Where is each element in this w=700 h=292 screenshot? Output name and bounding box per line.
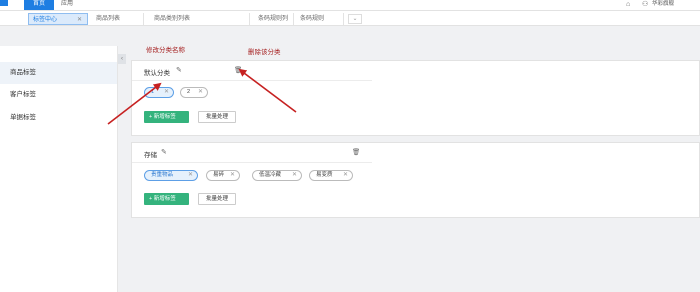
tab-barcode-rule[interactable]: 条码规则 [296, 13, 344, 25]
trash-icon[interactable]: 🗑 [234, 66, 242, 74]
top-bar: 首页 应用 ⌂ ⚇ 华彩旗舰 [0, 0, 700, 10]
tag-label: 2 [187, 89, 191, 95]
tab-label: 商品类别列表 [154, 16, 191, 22]
group-header: 默认分类 ✎ 🗑 [132, 61, 372, 81]
tag-label: 贵重物品 [151, 172, 174, 178]
annotation-rename: 修改分类名称 [146, 47, 185, 54]
sidebar: 商品标签 客户标签 单据标签 [0, 46, 118, 292]
sidebar-item-customer-tags[interactable]: 客户标签 [0, 84, 117, 106]
sidebar-item-label: 商品标签 [10, 69, 36, 76]
close-icon[interactable]: ✕ [343, 171, 348, 180]
tag-label: 低温冷藏 [259, 172, 282, 178]
group-name: 默认分类 [144, 70, 170, 77]
tab-bar: 标签中心 ✕ 商品列表 商品类别列表 条码规则列表 条码规则 ⌄ [0, 10, 700, 34]
close-icon[interactable]: ✕ [292, 171, 297, 180]
edit-icon[interactable]: ✎ [176, 66, 182, 74]
tag-chip[interactable]: 2 ✕ [180, 87, 208, 98]
close-icon[interactable]: ✕ [198, 88, 203, 97]
tab-label: 标签中心 [33, 17, 58, 23]
annotation-delete: 删除该分类 [248, 49, 281, 56]
tag-chip[interactable]: 易碎 ✕ [206, 170, 240, 181]
sidebar-item-label: 单据标签 [10, 114, 36, 121]
tag-group: 默认分类 ✎ 🗑 1 ✕ 2 ✕ + 新增标签 批量处理 [131, 60, 700, 136]
main-content: 默认分类 ✎ 🗑 1 ✕ 2 ✕ + 新增标签 批量处理 存储 ✎ 🗑 贵重物品… [128, 54, 700, 292]
sidebar-collapse-button[interactable]: ‹ [118, 54, 126, 64]
brand-logo [0, 0, 8, 6]
tag-chip[interactable]: 贵重物品 ✕ [144, 170, 198, 181]
tab-barcode-rule-list[interactable]: 条码规则列表 [254, 13, 294, 34]
tab-product-category-list[interactable]: 商品类别列表 [150, 13, 250, 25]
group-header: 存储 ✎ 🗑 [132, 143, 372, 163]
trash-icon[interactable]: 🗑 [352, 148, 360, 156]
home-button[interactable]: 首页 [24, 0, 54, 10]
tab-product-list[interactable]: 商品列表 [92, 13, 144, 25]
add-tag-button[interactable]: + 新增标签 [144, 111, 189, 123]
tag-chip[interactable]: 易变质 ✕ [309, 170, 353, 181]
user-icon[interactable]: ⚇ [642, 0, 648, 10]
sidebar-item-document-tags[interactable]: 单据标签 [0, 107, 117, 129]
tab-tag-center[interactable]: 标签中心 ✕ [28, 13, 88, 25]
batch-process-button[interactable]: 批量处理 [198, 111, 236, 123]
batch-process-button[interactable]: 批量处理 [198, 193, 236, 205]
close-icon[interactable]: ✕ [164, 88, 169, 97]
tab-label: 条码规则 [300, 16, 325, 22]
tag-label: 易变质 [316, 172, 333, 178]
tag-chip[interactable]: 低温冷藏 ✕ [252, 170, 302, 181]
home-icon[interactable]: ⌂ [626, 0, 630, 10]
edit-icon[interactable]: ✎ [161, 148, 167, 156]
user-name[interactable]: 华彩旗舰 [652, 0, 674, 9]
close-icon[interactable]: ✕ [77, 14, 82, 26]
tag-label: 1 [151, 89, 155, 95]
app-menu-link[interactable]: 应用 [61, 0, 73, 10]
close-icon[interactable]: ✕ [230, 171, 235, 180]
add-tag-button[interactable]: + 新增标签 [144, 193, 189, 205]
tag-label: 易碎 [213, 172, 225, 178]
chevron-down-icon[interactable]: ⌄ [348, 14, 362, 24]
sidebar-item-label: 客户标签 [10, 91, 36, 98]
group-name: 存储 [144, 152, 157, 159]
tag-chip[interactable]: 1 ✕ [144, 87, 174, 98]
sidebar-item-product-tags[interactable]: 商品标签 [0, 62, 117, 84]
tab-label: 商品列表 [96, 16, 121, 22]
close-icon[interactable]: ✕ [188, 171, 193, 180]
page-header-strip [0, 26, 700, 46]
tag-group: 存储 ✎ 🗑 贵重物品 ✕ 易碎 ✕ 低温冷藏 ✕ 易变质 ✕ + 新增标签 批… [131, 142, 700, 218]
